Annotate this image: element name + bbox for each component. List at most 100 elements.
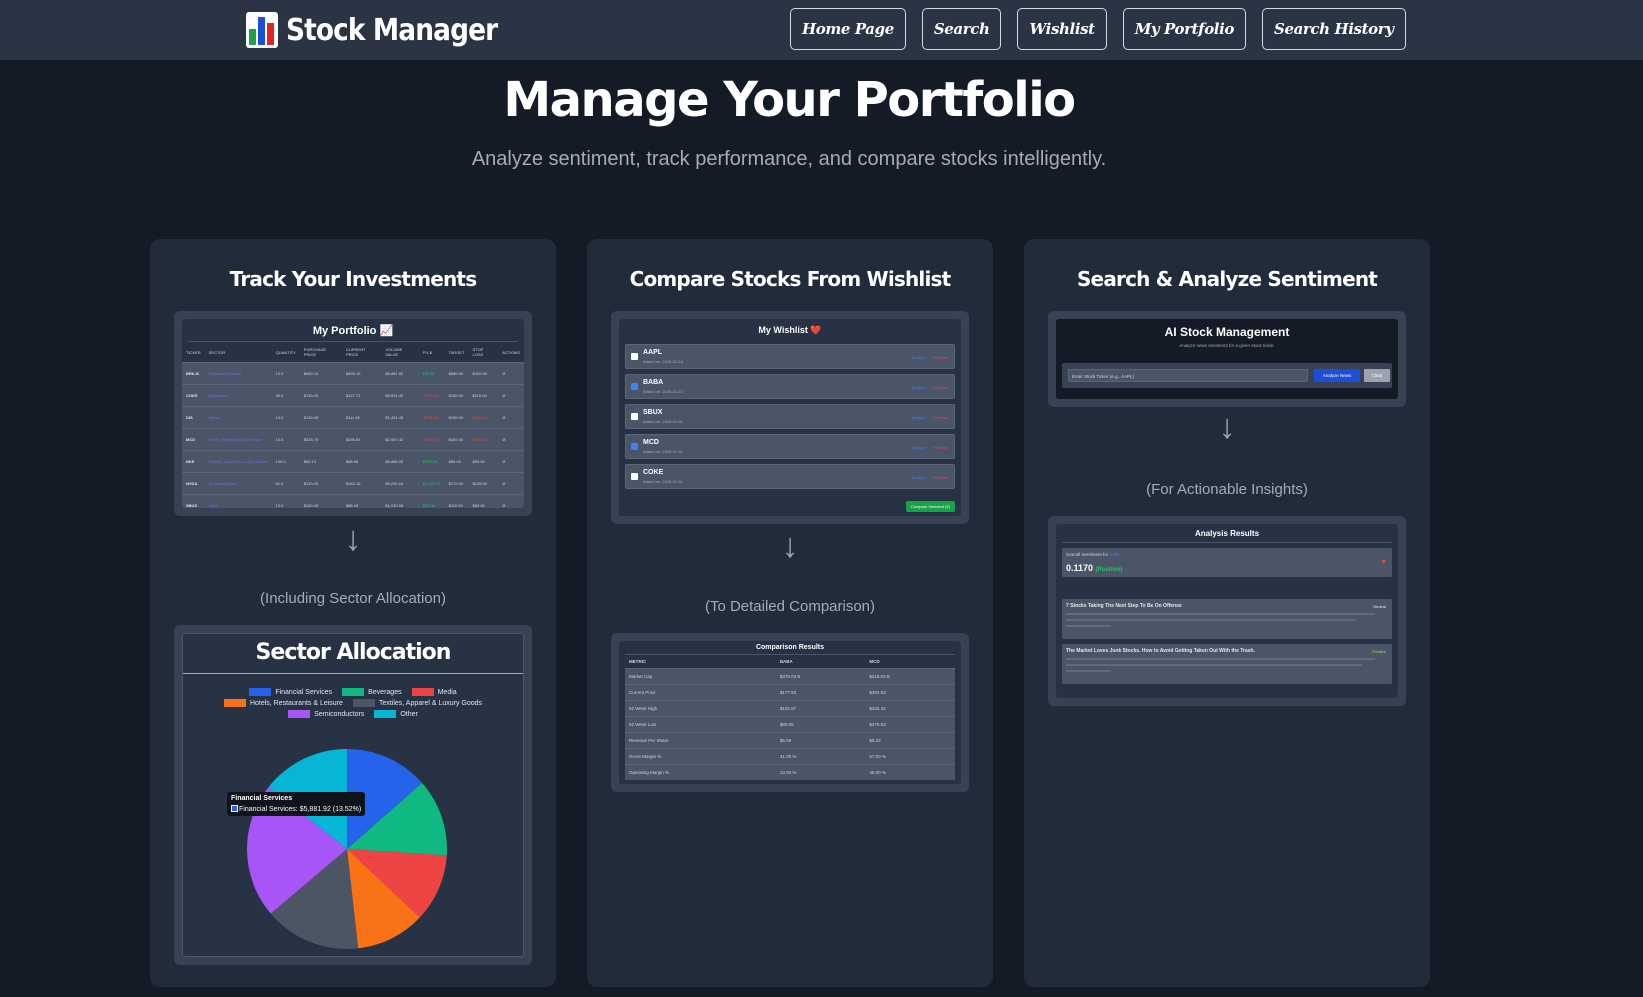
remove-link[interactable]: Remove	[933, 475, 948, 480]
table-cell-action[interactable]: ⊘	[498, 450, 524, 473]
table-cell-pl: -$100.60	[418, 384, 445, 407]
table-cell-pl: $33.08	[418, 494, 445, 508]
table-row: NKE Textiles, Apparel & Luxury Goods 100.0…	[182, 450, 524, 473]
legend-item[interactable]: Financial Services	[249, 688, 332, 696]
table-cell-purchase: $490.10	[299, 362, 342, 385]
table-cell: $379.03 B	[775, 668, 866, 685]
remove-link[interactable]: Remove	[933, 355, 948, 360]
table-row: SBUX Other 12.0 $100.00 $86.09 $1,033.08 $33.0…	[182, 494, 524, 508]
legend-item[interactable]: Other	[374, 710, 418, 718]
analyze-news-button[interactable]: Analyze News	[1314, 369, 1360, 382]
wishlist-title: My Wishlist ❤️	[758, 325, 822, 335]
table-cell-current: $86.09	[341, 494, 382, 508]
nav-my-portfolio[interactable]: My Portfolio	[1122, 8, 1247, 50]
wishlist-item[interactable]: COKE Added on: 2025-10-31 Analyze Remove	[625, 464, 955, 489]
table-cell-pl: $853.00	[418, 450, 445, 473]
nav-search[interactable]: Search	[921, 8, 1002, 50]
heart-icon[interactable]: ♥	[1381, 557, 1386, 566]
legend-swatch	[223, 699, 246, 707]
analyze-link[interactable]: Analyze	[912, 415, 926, 420]
wishlist-item[interactable]: MCD Added on: 2025-10-31 Analyze Remove	[625, 434, 955, 459]
table-cell-action[interactable]: ⊘	[498, 472, 524, 495]
table-cell-stop: $80.00	[468, 494, 499, 508]
table-cell-purchase: $130.00	[299, 384, 342, 407]
table-cell-action[interactable]: ⊘	[498, 406, 524, 429]
table-cell-value: $2,957.40	[381, 428, 419, 451]
table-cell-ticker: NKE	[182, 450, 205, 473]
table-cell-pl: -$238.55	[418, 406, 445, 429]
nav-search-history[interactable]: Search History	[1262, 8, 1406, 50]
wishlist-item[interactable]: BABA Added on: 2025-10-22 Analyze Remove	[625, 374, 955, 399]
table-row: 52 Week Low $80.06 $276.53	[625, 716, 955, 733]
wishlist-ticker: AAPL	[643, 349, 663, 356]
table-cell-stop: $420.00	[468, 362, 499, 385]
table-cell-current: $295.81	[341, 428, 382, 451]
arrow-down-icon: ↓	[1218, 408, 1236, 446]
table-cell-qty: 12.0	[271, 362, 300, 385]
portfolio-title: My Portfolio 📈	[188, 319, 518, 342]
feature-card-track: Track Your Investments My Portfolio 📈 TI…	[150, 239, 556, 987]
clear-button[interactable]: Clear	[1364, 369, 1390, 382]
legend-swatch	[352, 699, 375, 707]
checkbox[interactable]	[631, 473, 638, 480]
table-cell: $218.03 B	[865, 668, 955, 685]
table-cell-action[interactable]: ⊘	[498, 362, 524, 385]
nav-home[interactable]: Home Page	[790, 8, 906, 50]
table-cell-sector: Hotels, Restaurants & Leisure	[204, 428, 272, 451]
table-cell: $192.67	[775, 700, 866, 717]
table-cell-action[interactable]: ⊘	[498, 428, 524, 451]
remove-link[interactable]: Remove	[933, 385, 948, 390]
feature-card-compare: Compare Stocks From Wishlist My Wishlist…	[587, 239, 993, 987]
table-cell-value: $1,033.08	[381, 494, 419, 508]
wishlist-ticker: SBUX	[643, 409, 663, 416]
legend-item[interactable]: Hotels, Restaurants & Leisure	[223, 699, 343, 707]
table-cell-sector: Beverages	[204, 384, 272, 407]
brand[interactable]: Stock Manager	[246, 8, 526, 52]
checkbox[interactable]	[631, 353, 638, 360]
table-cell-sector: Financial Services	[204, 362, 272, 385]
checkbox[interactable]	[631, 443, 638, 450]
checkbox[interactable]	[631, 383, 638, 390]
legend-label: Financial Services	[275, 688, 333, 696]
brand-name: Stock Manager	[286, 12, 498, 48]
analyze-link[interactable]: Analyze	[912, 355, 926, 360]
table-cell-qty: 10.0	[271, 428, 300, 451]
legend-item[interactable]: Media	[411, 688, 457, 696]
table-cell: $5.23	[865, 732, 955, 749]
analyze-link[interactable]: Analyze	[912, 445, 926, 450]
table-header: ACTIONS	[502, 349, 520, 355]
remove-link[interactable]: Remove	[933, 415, 948, 420]
legend-label: Hotels, Restaurants & Leisure	[249, 699, 343, 707]
wishlist-ticker: MCD	[643, 439, 659, 446]
remove-link[interactable]: Remove	[933, 445, 948, 450]
arrow-down-icon: ↓	[344, 520, 362, 558]
compare-selected-button[interactable]: Compare Selected (2)	[905, 501, 955, 512]
table-cell: $276.53	[865, 716, 955, 733]
legend-item[interactable]: Textiles, Apparel & Luxury Goods	[352, 699, 482, 707]
table-cell-target: $150.00	[444, 406, 469, 429]
legend-item[interactable]: Beverages	[342, 688, 402, 696]
analyze-link[interactable]: Analyze	[912, 385, 926, 390]
table-cell-action[interactable]: ⊘	[498, 494, 524, 508]
table-cell-target: $400.00	[444, 428, 469, 451]
checkbox[interactable]	[631, 413, 638, 420]
news-item[interactable]: The Market Loves Junk Stocks. How to Avo…	[1062, 644, 1392, 684]
wishlist-item[interactable]: AAPL Added on: 2025-10-24 Analyze Remove	[625, 344, 955, 369]
nav-wishlist[interactable]: Wishlist	[1017, 8, 1107, 50]
legend-label: Beverages	[368, 688, 402, 696]
table-cell: $304.63	[865, 684, 955, 701]
legend-label: Semiconductors	[314, 710, 365, 718]
table-row: Operating Margin % 13.00 % 46.00 %	[625, 764, 955, 780]
legend-item[interactable]: Semiconductors	[288, 710, 364, 718]
table-row: MCD Hotels, Restaurants & Leisure 10.0 $335…	[182, 428, 524, 451]
ticker-input[interactable]: Enter Stock Ticker (e.g., AAPL)	[1068, 369, 1308, 382]
table-cell-current: $111.65	[341, 406, 382, 429]
table-cell-current: $490.15	[341, 362, 382, 385]
sector-pie-chart[interactable]	[183, 744, 523, 957]
analyze-link[interactable]: Analyze	[912, 475, 926, 480]
wishlist-item[interactable]: SBUX Added on: 2025-10-31 Analyze Remove	[625, 404, 955, 429]
table-cell-action[interactable]: ⊘	[498, 384, 524, 407]
table-cell-target: $170.00	[444, 472, 469, 495]
ai-title: AI Stock Management	[1164, 325, 1290, 339]
news-item[interactable]: 7 Stocks Taking The Next Step To Be On O…	[1062, 599, 1392, 639]
